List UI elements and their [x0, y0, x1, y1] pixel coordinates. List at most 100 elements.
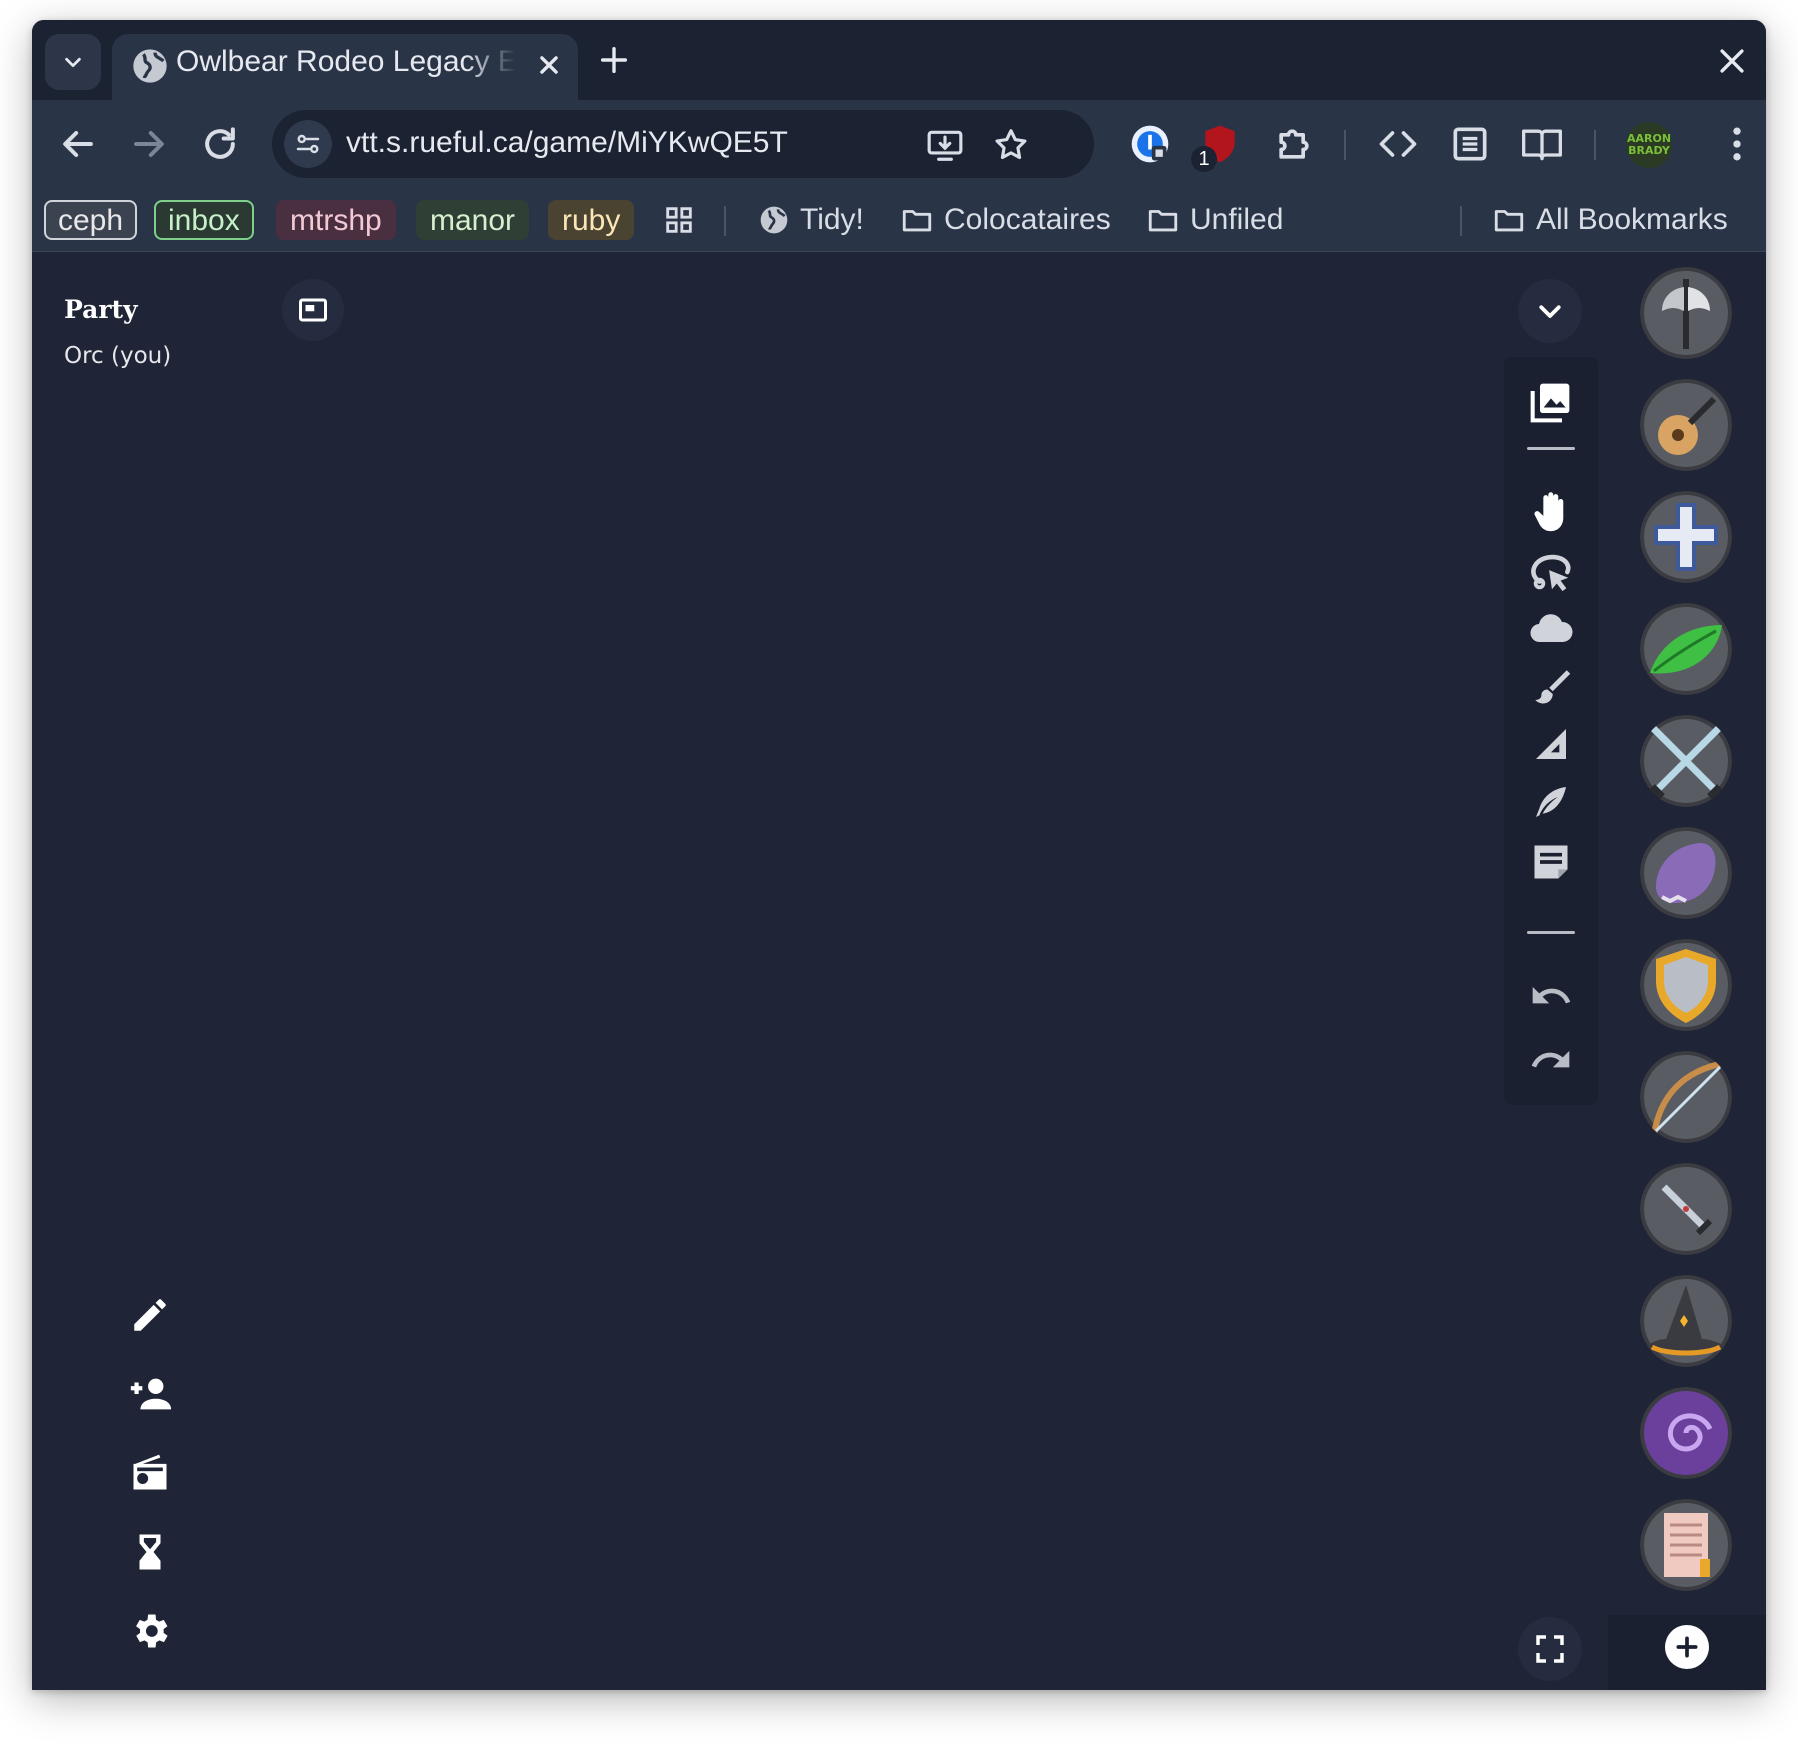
bookmark-label: Unfiled	[1190, 203, 1284, 236]
svg-text:BRADY: BRADY	[1628, 144, 1671, 157]
cleric-token[interactable]	[1640, 491, 1732, 583]
bookmark-label: Tidy!	[800, 203, 864, 236]
reload-icon[interactable]	[198, 122, 242, 170]
fog-reveal-tool[interactable]	[1526, 547, 1576, 597]
bookmark-chip-mtrshp[interactable]: mtrshp	[276, 200, 396, 240]
fullscreen-icon	[1536, 1635, 1564, 1663]
tool-divider	[1527, 931, 1575, 934]
fullscreen-button[interactable]	[1518, 1617, 1582, 1681]
back-arrow-icon[interactable]	[56, 122, 100, 170]
person-add-icon	[130, 1378, 172, 1410]
bookmark-chip-manor[interactable]: manor	[416, 200, 530, 240]
paladin-token[interactable]	[1640, 939, 1732, 1031]
gear-icon	[136, 1614, 168, 1648]
hand-icon	[1534, 492, 1564, 532]
bookmark-label: Colocataires	[944, 203, 1111, 236]
select-map-tool[interactable]	[1526, 377, 1576, 427]
note-tool[interactable]	[1526, 837, 1576, 887]
reader-mode-icon[interactable]	[1520, 122, 1564, 170]
cross-icon	[1640, 491, 1732, 583]
password-manager-icon[interactable]	[1128, 122, 1172, 170]
edit-button[interactable]	[122, 1287, 178, 1343]
bookmark-star-icon[interactable]	[992, 126, 1030, 168]
pencil-icon	[134, 1299, 166, 1331]
toolbar-collapse-button[interactable]	[1518, 279, 1582, 343]
site-settings-icon[interactable]	[284, 120, 332, 168]
bookmarks-separator	[724, 206, 726, 236]
bookmark-folder-unfiled[interactable]: Unfiled	[1146, 200, 1283, 240]
apps-grid-icon[interactable]	[662, 200, 696, 240]
dagger-icon	[1640, 1163, 1732, 1255]
timer-button[interactable]	[122, 1524, 178, 1580]
feather-pointer-icon	[1536, 787, 1566, 817]
tab-active[interactable]: Owlbear Rodeo Legacy E	[112, 34, 578, 100]
undo-button[interactable]	[1526, 971, 1576, 1021]
new-tab-icon[interactable]	[597, 43, 631, 81]
monk-token[interactable]	[1640, 827, 1732, 919]
move-tool[interactable]	[1526, 487, 1576, 537]
window-close-icon[interactable]	[1715, 44, 1749, 82]
fog-tool[interactable]	[1526, 603, 1576, 653]
reading-list-icon[interactable]	[1448, 122, 1492, 170]
radio-icon	[133, 1454, 167, 1490]
bookmark-chip-inbox[interactable]: inbox	[154, 200, 254, 240]
bookmark-label: All Bookmarks	[1536, 203, 1728, 236]
folder-icon	[1494, 210, 1524, 232]
scroll-token[interactable]	[1640, 1499, 1732, 1591]
wizard-hat-icon	[1640, 1275, 1732, 1367]
ranger-token[interactable]	[1640, 1051, 1732, 1143]
axe-token[interactable]	[1640, 267, 1732, 359]
extension-badge: 1	[1191, 146, 1217, 172]
lute-token[interactable]	[1640, 379, 1732, 471]
url-text: vtt.s.rueful.ca/game/MiYKwQE5T	[346, 126, 788, 159]
address-bar[interactable]: vtt.s.rueful.ca/game/MiYKwQE5T	[272, 110, 1094, 178]
kebab-menu-icon[interactable]	[1730, 122, 1744, 170]
chevron-down-icon	[65, 57, 81, 68]
chevron-down-icon	[1539, 305, 1561, 318]
bookmark-chip-ceph[interactable]: ceph	[44, 200, 138, 240]
browser-toolbar: vtt.s.rueful.ca/game/MiYKwQE5T 1 AARON B…	[32, 100, 1766, 188]
party-member: Orc (you)	[64, 343, 172, 369]
extensions-puzzle-icon[interactable]	[1272, 122, 1316, 170]
redo-button[interactable]	[1526, 1035, 1576, 1085]
folder-icon	[1148, 210, 1178, 232]
add-party-member-button[interactable]	[122, 1366, 178, 1422]
tool-divider	[1527, 447, 1575, 450]
profile-avatar[interactable]: AARON BRADY	[1626, 122, 1672, 168]
vortex-icon	[1640, 1387, 1732, 1479]
browser-window: Owlbear Rodeo Legacy E vtt.s.rueful.ca/g…	[32, 20, 1766, 1690]
lute-icon	[1640, 379, 1732, 471]
wizard-token[interactable]	[1640, 1275, 1732, 1367]
druid-token[interactable]	[1640, 603, 1732, 695]
plus-icon	[1676, 1636, 1698, 1658]
owlbear-app: Party Orc (you)	[32, 253, 1766, 1690]
bookmark-tidy[interactable]: Tidy!	[758, 200, 864, 240]
forward-arrow-icon[interactable]	[127, 122, 171, 170]
note-icon	[1534, 845, 1568, 879]
redo-icon	[1531, 1050, 1570, 1068]
tab-search-button[interactable]	[45, 34, 101, 90]
pointer-tool[interactable]	[1526, 777, 1576, 827]
code-icon[interactable]	[1376, 122, 1420, 170]
bookmark-chip-ruby[interactable]: ruby	[548, 200, 635, 240]
rogue-token[interactable]	[1640, 1163, 1732, 1255]
party-expand-button[interactable]	[282, 279, 344, 341]
add-token-button[interactable]	[1665, 1625, 1709, 1669]
lasso-select-icon	[1531, 554, 1571, 592]
tab-strip: Owlbear Rodeo Legacy E	[32, 20, 1766, 100]
bookmark-folder-colocataires[interactable]: Colocataires	[900, 200, 1111, 240]
measure-tool[interactable]	[1526, 719, 1576, 769]
all-bookmarks-folder[interactable]: All Bookmarks	[1492, 200, 1728, 240]
crossed-swords-icon	[1640, 715, 1732, 807]
fighter-token[interactable]	[1640, 715, 1732, 807]
globe-icon	[760, 206, 788, 234]
settings-button[interactable]	[122, 1603, 178, 1659]
tab-close-icon[interactable]	[532, 48, 566, 86]
warlock-token[interactable]	[1640, 1387, 1732, 1479]
radio-button[interactable]	[122, 1445, 178, 1501]
brush-icon	[1535, 670, 1571, 704]
cloud-icon	[1530, 614, 1573, 643]
undo-icon	[1532, 986, 1571, 1004]
install-app-icon[interactable]	[926, 126, 964, 168]
draw-tool[interactable]	[1526, 661, 1576, 711]
